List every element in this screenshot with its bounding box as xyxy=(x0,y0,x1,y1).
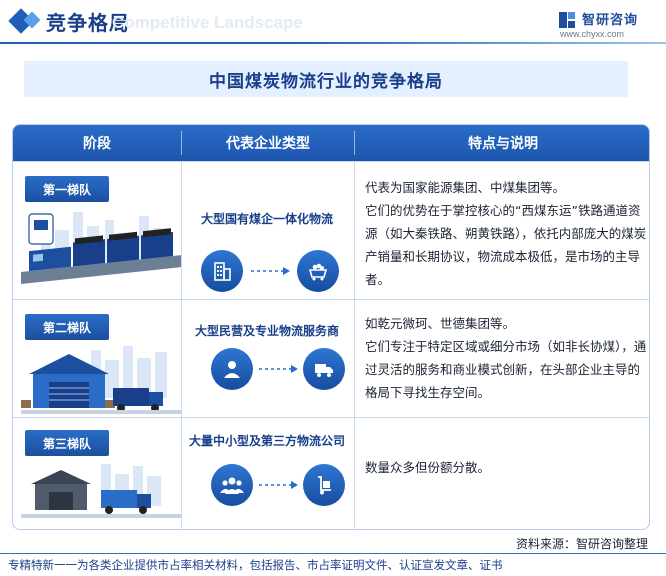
tier-label: 第二梯队 xyxy=(25,314,109,340)
truck-icon xyxy=(303,348,345,390)
tier-label: 第三梯队 xyxy=(25,430,109,456)
arrow-right-icon xyxy=(259,481,298,489)
main-title-band: 中国煤炭物流行业的竞争格局 xyxy=(24,61,628,97)
enterprise-type: 大型国有煤企一体化物流 xyxy=(200,212,333,226)
table-row: 第二梯队 大型民营及专业物流服务商 如乾元微珂、世德集团等。 它们专注于特定区域… xyxy=(13,299,649,418)
section-subtitle-watermark: Competitive Landscape xyxy=(112,13,303,32)
hand-truck-icon xyxy=(303,464,345,506)
description-text: 代表为国家能源集团、中煤集团等。 它们的优势在于掌控核心的“西煤东运”铁路通道资… xyxy=(365,176,649,291)
brand-name: 智研咨询 xyxy=(582,13,639,28)
group-icon xyxy=(211,464,253,506)
description-paragraph: 如乾元微珂、世德集团等。 它们专注于特定区域或细分市场（如非长协煤），通过灵活的… xyxy=(365,316,647,400)
train-illustration xyxy=(21,212,181,284)
tier-label: 第一梯队 xyxy=(25,176,109,202)
arrow-right-icon xyxy=(259,365,298,373)
enterprise-type: 大量中小型及第三方物流公司 xyxy=(188,434,345,448)
warehouse-illustration xyxy=(21,346,181,414)
table-row: 第一梯队 大型国有煤企一体化物流 代表为国家能源集团、中煤集团等。 它们的优势在… xyxy=(13,161,649,300)
footer-note: 专精特新一一为各类企业提供市占率相关材料，包括报告、市占率证明文件、认证宣发文章… xyxy=(8,558,503,572)
building-icon xyxy=(201,250,243,292)
small-logistics-illustration xyxy=(21,464,181,518)
column-header-type: 代表企业类型 xyxy=(226,136,310,152)
enterprise-type: 大型民营及专业物流服务商 xyxy=(194,324,339,338)
page-header: 竞争格局 Competitive Landscape 智研咨询 www.chyx… xyxy=(0,0,666,44)
description-paragraph: 数量众多但份额分散。 xyxy=(365,460,491,475)
column-header-stage: 阶段 xyxy=(83,136,111,152)
competition-table: 阶段 代表企业类型 特点与说明 第一梯队 大型国有煤企一体化物流 代表为国家能源… xyxy=(12,124,650,530)
data-source: 资料来源：智研咨询整理 xyxy=(515,537,648,551)
description-text: 如乾元微珂、世德集团等。 它们专注于特定区域或细分市场（如非长协煤），通过灵活的… xyxy=(365,312,649,404)
brand-url: www.chyxx.com xyxy=(560,29,625,39)
arrow-right-icon xyxy=(251,267,290,275)
footer-divider xyxy=(0,553,666,554)
description-text: 数量众多但份额分散。 xyxy=(365,456,649,479)
brand-logo-icon xyxy=(559,12,575,28)
page-title: 中国煤炭物流行业的竞争格局 xyxy=(209,71,443,92)
table-header: 阶段 代表企业类型 特点与说明 xyxy=(13,125,649,161)
coal-cart-icon xyxy=(297,250,339,292)
person-icon xyxy=(211,348,253,390)
brand-logo: 智研咨询 www.chyxx.com xyxy=(558,9,648,41)
table-row: 第三梯队 大量中小型及第三方物流公司 数量众多但份额分散。 xyxy=(13,417,649,529)
description-paragraph: 代表为国家能源集团、中煤集团等。 它们的优势在于掌控核心的“西煤东运”铁路通道资… xyxy=(365,180,647,287)
column-header-description: 特点与说明 xyxy=(468,136,538,152)
header-divider xyxy=(0,42,666,44)
